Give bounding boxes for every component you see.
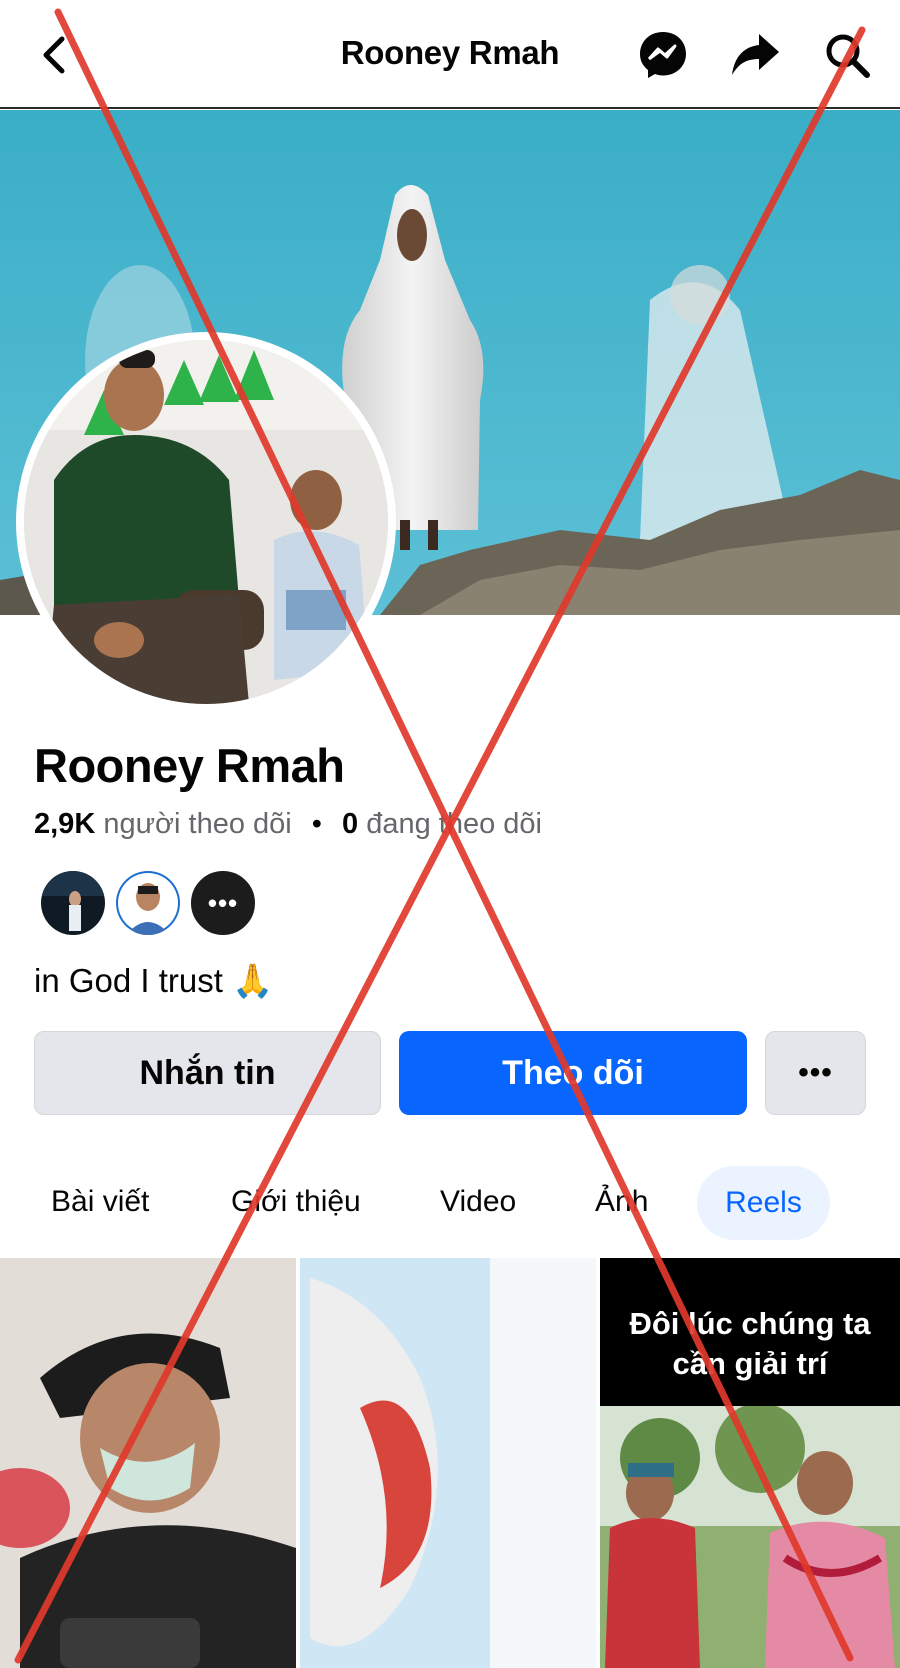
following-count[interactable]: 0 xyxy=(342,808,358,840)
reel-thumbnail[interactable] xyxy=(0,1258,296,1668)
following-label[interactable]: đang theo dõi xyxy=(366,808,542,840)
tab-photos[interactable]: Ảnh xyxy=(595,1185,648,1219)
friend-avatar[interactable] xyxy=(113,868,183,938)
reel-thumbnail[interactable] xyxy=(300,1258,596,1668)
messenger-icon xyxy=(640,32,686,78)
profile-avatar[interactable] xyxy=(16,332,396,712)
search-button[interactable] xyxy=(820,28,874,82)
friend-avatar[interactable] xyxy=(38,868,108,938)
reel-thumbnail[interactable]: Đôi lúc chúng ta cần giải trí xyxy=(600,1258,900,1668)
follow-button[interactable]: Theo dõi xyxy=(399,1031,747,1115)
message-button[interactable]: Nhắn tin xyxy=(34,1031,381,1115)
tab-video[interactable]: Video xyxy=(440,1185,516,1219)
follow-stats: 2,9K người theo dõi • 0 đang theo dõi xyxy=(34,808,542,841)
followers-count[interactable]: 2,9K xyxy=(34,808,95,840)
followers-label[interactable]: người theo dõi xyxy=(103,808,291,840)
more-friends[interactable]: ••• xyxy=(188,868,258,938)
more-options-button[interactable]: ••• xyxy=(765,1031,866,1115)
share-icon xyxy=(732,34,779,75)
top-bar: Rooney Rmah xyxy=(0,0,900,109)
tab-reels[interactable]: Reels xyxy=(697,1166,830,1240)
avatar-photo xyxy=(24,340,388,704)
tab-about[interactable]: Giới thiệu xyxy=(231,1185,361,1219)
profile-bio: in God I trust 🙏 xyxy=(34,962,274,999)
search-icon xyxy=(826,34,870,78)
reel-caption: Đôi lúc chúng ta cần giải trí xyxy=(600,1258,900,1406)
stats-separator: • xyxy=(311,808,322,840)
messenger-button[interactable] xyxy=(636,28,690,82)
reel-caption-line: cần giải trí xyxy=(672,1346,828,1381)
profile-name: Rooney Rmah xyxy=(34,739,345,792)
reel-caption-line: Đôi lúc chúng ta xyxy=(629,1306,871,1341)
share-button[interactable] xyxy=(728,28,782,82)
tab-posts[interactable]: Bài viết xyxy=(51,1185,149,1219)
